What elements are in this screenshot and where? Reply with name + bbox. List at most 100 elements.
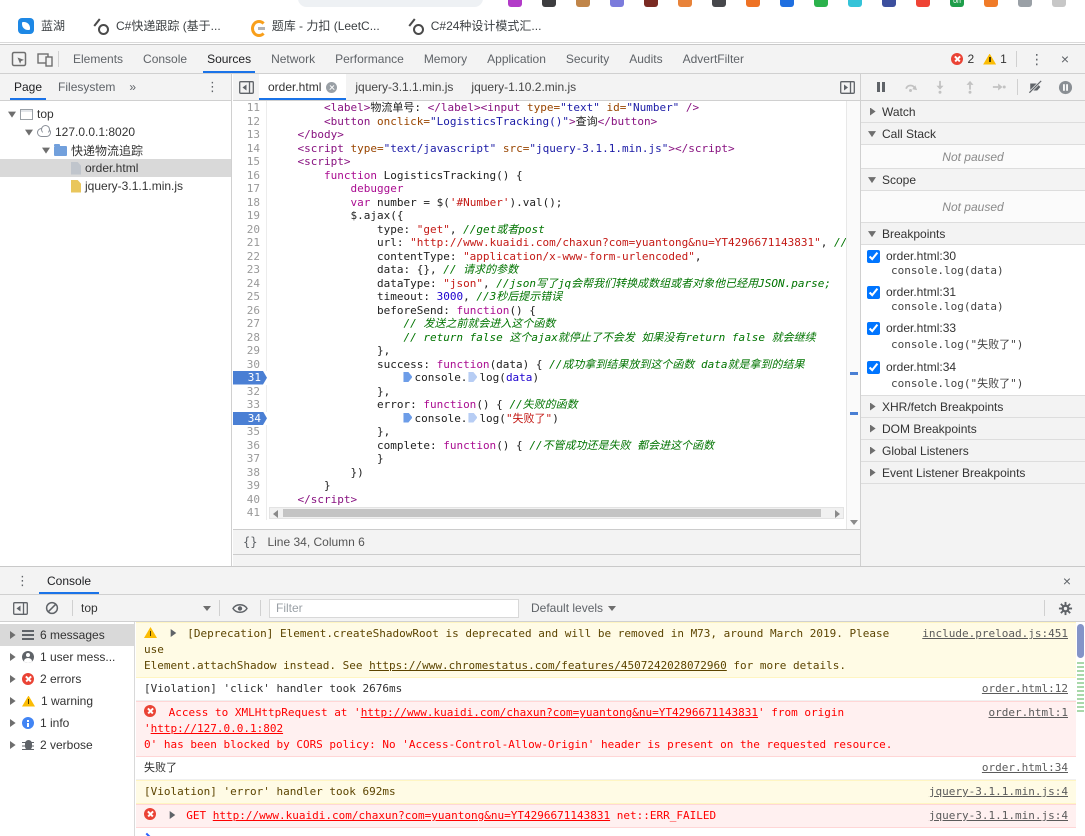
- line-number[interactable]: 26: [233, 304, 267, 318]
- console-filter-group[interactable]: 1 user mess...: [0, 646, 134, 668]
- bookmark-item[interactable]: C#快递跟踪 (基于...: [93, 17, 221, 34]
- console-sidebar-toggle-icon[interactable]: [8, 596, 32, 620]
- line-number[interactable]: 31: [233, 371, 267, 385]
- code-line[interactable]: 26 beforeSend: function() {: [233, 304, 860, 318]
- devtools-panel-tab[interactable]: Sources: [197, 45, 261, 73]
- error-count-badge[interactable]: 2: [951, 52, 974, 66]
- bookmark-item[interactable]: C#24种设计模式汇...: [408, 17, 542, 34]
- code-line[interactable]: 16 function LogisticsTracking() {: [233, 169, 860, 183]
- extension-icon[interactable]: [916, 0, 930, 7]
- expand-arrow-icon[interactable]: [8, 719, 16, 727]
- line-number[interactable]: 20: [233, 223, 267, 237]
- code-line[interactable]: 37 }: [233, 452, 860, 466]
- file-tab[interactable]: jquery-3.1.1.min.js: [346, 74, 462, 100]
- global-listeners-section-header[interactable]: Global Listeners: [861, 440, 1085, 462]
- line-number[interactable]: 16: [233, 169, 267, 183]
- file-tab[interactable]: jquery-1.10.2.min.js: [462, 74, 585, 100]
- console-filter-input[interactable]: [269, 599, 519, 618]
- extension-icon[interactable]: [814, 0, 828, 7]
- line-number[interactable]: 38: [233, 466, 267, 480]
- scroll-right-icon[interactable]: [835, 510, 840, 518]
- breakpoints-section-header[interactable]: Breakpoints: [861, 223, 1085, 245]
- tree-item[interactable]: top: [0, 105, 231, 123]
- code-line[interactable]: 13 </body>: [233, 128, 860, 142]
- devtools-panel-tab[interactable]: Performance: [325, 45, 414, 73]
- source-link[interactable]: jquery-3.1.1.min.js:4: [929, 808, 1068, 824]
- devtools-panel-tab[interactable]: Audits: [619, 45, 672, 73]
- tree-item[interactable]: 127.0.0.1:8020: [0, 123, 231, 141]
- source-link[interactable]: order.html:12: [982, 681, 1068, 697]
- code-line[interactable]: 21 url: "http://www.kuaidi.com/chaxun?co…: [233, 236, 860, 250]
- code-line[interactable]: 12 <button onclick="LogisticsTracking()"…: [233, 115, 860, 129]
- extension-icon[interactable]: [508, 0, 522, 7]
- extension-icon[interactable]: on: [950, 0, 964, 7]
- bookmark-item[interactable]: 蓝湖: [18, 17, 65, 34]
- step-over-icon[interactable]: [899, 75, 923, 99]
- code-line[interactable]: 11 <label>物流单号: </label><input type="tex…: [233, 101, 860, 115]
- warning-count-badge[interactable]: 1: [983, 52, 1007, 66]
- extension-icon[interactable]: [848, 0, 862, 7]
- line-number[interactable]: 27: [233, 317, 267, 331]
- line-number[interactable]: 19: [233, 209, 267, 223]
- step-into-icon[interactable]: [928, 75, 952, 99]
- code-line[interactable]: 24 dataType: "json", //json写了jq会帮我们转换成数组…: [233, 277, 860, 291]
- line-number[interactable]: 22: [233, 250, 267, 264]
- hide-navigator-icon[interactable]: [233, 74, 259, 100]
- code-area[interactable]: 11 <label>物流单号: </label><input type="tex…: [233, 101, 860, 529]
- code-line[interactable]: 33 error: function() { //失败的函数: [233, 398, 860, 412]
- scroll-down-icon[interactable]: [850, 520, 858, 525]
- navigator-tab[interactable]: Filesystem: [50, 74, 123, 100]
- drawer-menu-icon[interactable]: ⋮: [8, 573, 37, 589]
- code-line[interactable]: 18 var number = $('#Number').val();: [233, 196, 860, 210]
- extension-icon[interactable]: [712, 0, 726, 7]
- step-icon[interactable]: [987, 75, 1011, 99]
- execution-context-selector[interactable]: top: [81, 601, 211, 615]
- clear-console-icon[interactable]: [40, 596, 64, 620]
- scroll-left-icon[interactable]: [273, 510, 278, 518]
- expand-arrow-icon[interactable]: [25, 128, 33, 136]
- extension-icon[interactable]: [644, 0, 658, 7]
- breakpoint-checkbox[interactable]: [867, 286, 880, 299]
- event-listener-breakpoints-section-header[interactable]: Event Listener Breakpoints: [861, 462, 1085, 484]
- vertical-scrollbar[interactable]: [846, 101, 860, 529]
- line-number[interactable]: 32: [233, 385, 267, 399]
- pause-on-exceptions-icon[interactable]: [1053, 75, 1077, 99]
- omnibox[interactable]: [298, 0, 483, 7]
- devtools-panel-tab[interactable]: Security: [556, 45, 619, 73]
- deactivate-breakpoints-icon[interactable]: [1024, 75, 1048, 99]
- extension-icon[interactable]: [542, 0, 556, 7]
- devtools-menu-icon[interactable]: ⋮: [1026, 51, 1048, 68]
- code-line[interactable]: 22 contentType: "application/x-www-form-…: [233, 250, 860, 264]
- extension-icon[interactable]: [1052, 0, 1066, 7]
- device-toolbar-icon[interactable]: [32, 47, 58, 71]
- pretty-print-icon[interactable]: {}: [243, 535, 257, 549]
- show-debugger-icon[interactable]: [834, 81, 860, 94]
- devtools-panel-tab[interactable]: AdvertFilter: [673, 45, 754, 73]
- tree-item[interactable]: 快递物流追踪: [0, 141, 231, 159]
- line-number[interactable]: 25: [233, 290, 267, 304]
- line-number[interactable]: 15: [233, 155, 267, 169]
- breakpoint-entry[interactable]: order.html:30 console.log(data): [861, 245, 1085, 281]
- expand-arrow-icon[interactable]: [8, 741, 16, 749]
- line-number[interactable]: 29: [233, 344, 267, 358]
- breakpoint-checkbox[interactable]: [867, 250, 880, 263]
- line-number[interactable]: 34: [233, 412, 267, 426]
- devtools-close-icon[interactable]: ×: [1057, 51, 1073, 67]
- expand-arrow-icon[interactable]: [8, 631, 16, 639]
- breakpoint-entry[interactable]: order.html:33 console.log("失败了"): [861, 317, 1085, 356]
- horizontal-scrollbar[interactable]: [269, 507, 844, 519]
- file-tab[interactable]: order.html: [259, 74, 346, 100]
- code-line[interactable]: 28 // return false 这个ajax就停止了不会发 如果没有ret…: [233, 331, 860, 345]
- tab-close-icon[interactable]: [326, 82, 337, 93]
- line-number[interactable]: 11: [233, 101, 267, 115]
- extension-icon[interactable]: [678, 0, 692, 7]
- line-number[interactable]: 30: [233, 358, 267, 372]
- line-number[interactable]: 41: [233, 506, 267, 520]
- call-stack-section-header[interactable]: Call Stack: [861, 123, 1085, 145]
- step-out-icon[interactable]: [958, 75, 982, 99]
- expand-triangle-icon[interactable]: [169, 811, 176, 819]
- line-number[interactable]: 33: [233, 398, 267, 412]
- expand-arrow-icon[interactable]: [8, 110, 16, 118]
- code-line[interactable]: 34 console.log("失败了"): [233, 412, 860, 426]
- code-line[interactable]: 20 type: "get", //get或者post: [233, 223, 860, 237]
